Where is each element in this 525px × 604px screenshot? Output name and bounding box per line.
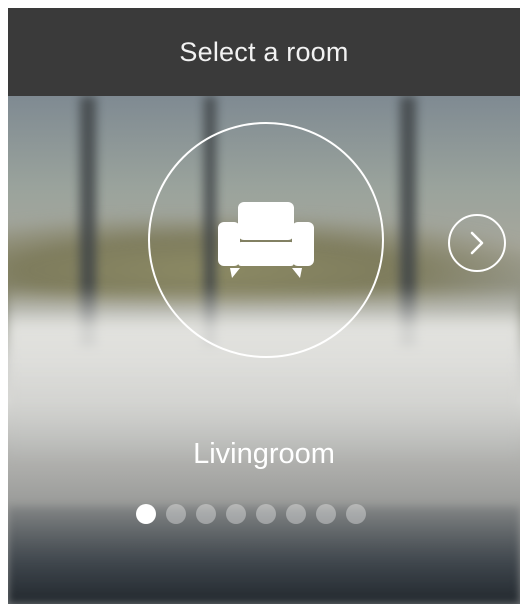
next-room-button[interactable] — [448, 214, 506, 272]
page-dot[interactable] — [256, 504, 276, 524]
page-indicator — [136, 504, 366, 528]
sofa-icon — [218, 202, 314, 278]
header: Select a room — [8, 8, 520, 96]
app-frame: Select a room Livingroom — [8, 8, 520, 604]
page-dot[interactable] — [196, 504, 216, 524]
room-icon-button[interactable] — [148, 122, 384, 358]
page-dot[interactable] — [346, 504, 366, 524]
page-dot[interactable] — [226, 504, 246, 524]
page-title: Select a room — [179, 36, 349, 67]
chevron-right-icon — [470, 231, 484, 255]
room-name-label: Livingroom — [193, 438, 335, 470]
page-dot[interactable] — [316, 504, 336, 524]
page-dot[interactable] — [286, 504, 306, 524]
page-dot[interactable] — [166, 504, 186, 524]
page-dot[interactable] — [136, 504, 156, 524]
